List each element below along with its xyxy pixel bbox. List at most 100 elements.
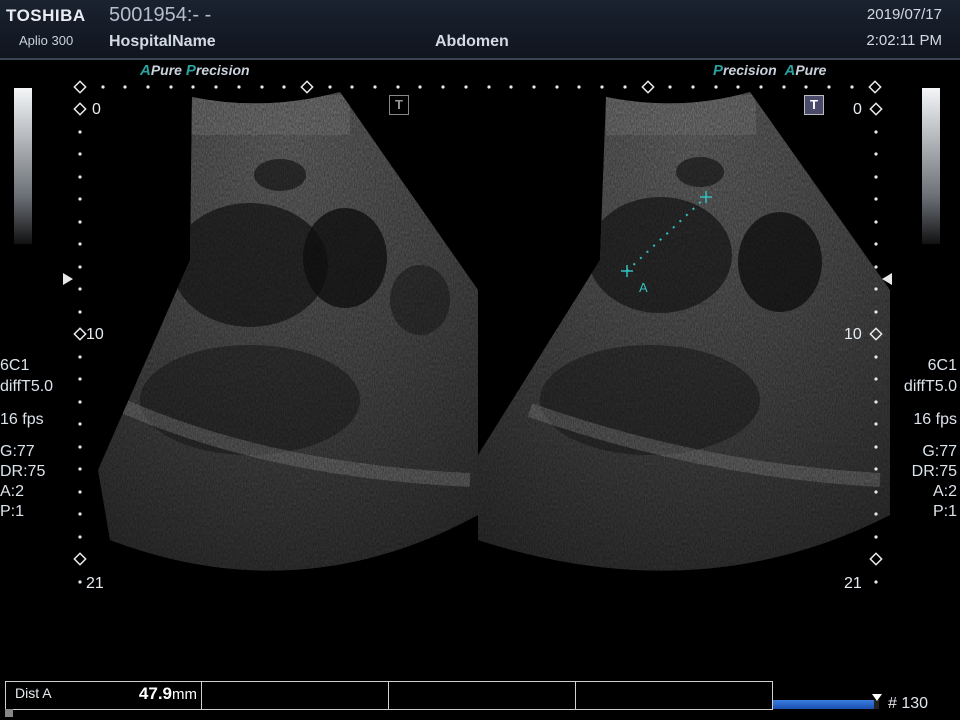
frame-dot bbox=[260, 85, 264, 89]
frame-dot bbox=[191, 85, 195, 89]
frame-dot bbox=[78, 422, 82, 426]
frame-dot bbox=[78, 512, 82, 516]
frame-corner-marker bbox=[73, 327, 87, 341]
caliper-label: A bbox=[639, 280, 648, 295]
measurement-cell-empty bbox=[389, 682, 576, 709]
frame-dot bbox=[78, 265, 82, 269]
frame-corner-marker bbox=[869, 102, 883, 116]
frame-dot bbox=[509, 85, 513, 89]
frame-dot bbox=[714, 85, 718, 89]
frame-dot bbox=[874, 490, 878, 494]
fps-label: 16 fps bbox=[913, 411, 957, 428]
cine-frame-counter: # 130 bbox=[888, 695, 929, 712]
frame-dot bbox=[78, 287, 82, 291]
frame-dot bbox=[396, 85, 400, 89]
frame-dot bbox=[464, 85, 468, 89]
scroll-handle[interactable] bbox=[5, 709, 13, 717]
depth-label-bottom-left: 21 bbox=[86, 575, 104, 592]
imaging-params-right: 6C1 diffT5.0 16 fps G:77 DR:75 A:2 P:1 bbox=[904, 355, 957, 522]
transducer-label: 6C1 bbox=[927, 357, 957, 374]
frame-dot bbox=[78, 445, 82, 449]
frame-dot bbox=[169, 85, 173, 89]
frame-dot bbox=[78, 175, 82, 179]
frame-dot bbox=[759, 85, 763, 89]
frame-dot bbox=[874, 197, 878, 201]
frame-dot bbox=[78, 152, 82, 156]
measurement-value: 47.9mm bbox=[138, 684, 197, 703]
frame-corner-marker bbox=[641, 80, 655, 94]
frame-dot bbox=[874, 152, 878, 156]
depth-label-mid-right: 10 bbox=[844, 326, 862, 343]
frame-dot bbox=[804, 85, 808, 89]
frame-dot bbox=[874, 310, 878, 314]
focus-marker-right-icon[interactable] bbox=[882, 273, 892, 285]
orientation-marker-right-icon[interactable]: T bbox=[804, 95, 824, 115]
frame-dot bbox=[874, 377, 878, 381]
frame-dot bbox=[78, 467, 82, 471]
frame-dot bbox=[827, 85, 831, 89]
frame-dot bbox=[874, 175, 878, 179]
gain-label: G:77 bbox=[922, 443, 957, 460]
frame-dot bbox=[577, 85, 581, 89]
frame-dot bbox=[874, 512, 878, 516]
frame-dot bbox=[874, 535, 878, 539]
frame-dot bbox=[874, 467, 878, 471]
frame-dot bbox=[623, 85, 627, 89]
p-param-label: P:1 bbox=[932, 503, 957, 520]
mode-label: diffT5.0 bbox=[0, 378, 54, 395]
frame-dot bbox=[874, 265, 878, 269]
measurement-cell[interactable]: Dist A 47.9mm bbox=[6, 682, 202, 709]
frame-dot bbox=[874, 242, 878, 246]
frame-dot bbox=[850, 85, 854, 89]
measurement-cell-empty bbox=[202, 682, 389, 709]
ultrasound-image-left bbox=[98, 92, 478, 571]
frame-dot bbox=[78, 197, 82, 201]
frame-dot bbox=[78, 535, 82, 539]
cine-position-marker-icon[interactable] bbox=[872, 694, 882, 701]
frame-dot bbox=[78, 580, 82, 584]
frame-dot bbox=[282, 85, 286, 89]
orientation-marker-left-icon[interactable]: T bbox=[389, 95, 409, 115]
measurement-table: Dist A 47.9mm bbox=[5, 681, 773, 710]
cine-progress-fill bbox=[773, 700, 874, 709]
frame-corner-marker bbox=[73, 102, 87, 116]
mode-label: diffT5.0 bbox=[903, 378, 957, 395]
frame-dot bbox=[78, 220, 82, 224]
frame-dot bbox=[874, 422, 878, 426]
frame-dot bbox=[78, 400, 82, 404]
frame-dot bbox=[78, 242, 82, 246]
frame-corner-marker bbox=[73, 552, 87, 566]
ultrasound-image-right bbox=[478, 92, 890, 571]
frame-dot bbox=[373, 85, 377, 89]
dynamic-range-label: DR:75 bbox=[911, 463, 957, 480]
frame-dot bbox=[874, 445, 878, 449]
cine-progress-bar[interactable] bbox=[773, 700, 879, 709]
depth-label-top-right: 0 bbox=[853, 101, 862, 118]
frame-dot bbox=[78, 310, 82, 314]
frame-corner-marker bbox=[868, 80, 882, 94]
frame-dot bbox=[418, 85, 422, 89]
frame-dot bbox=[214, 85, 218, 89]
frame-dot bbox=[237, 85, 241, 89]
depth-label-mid-left: 10 bbox=[86, 326, 104, 343]
frame-dot bbox=[441, 85, 445, 89]
transducer-label: 6C1 bbox=[0, 357, 30, 374]
frame-dot bbox=[874, 287, 878, 291]
frame-dot bbox=[78, 355, 82, 359]
frame-dot bbox=[874, 400, 878, 404]
p-param-label: P:1 bbox=[0, 503, 25, 520]
frame-dot bbox=[328, 85, 332, 89]
frame-corner-marker bbox=[869, 552, 883, 566]
frame-dot bbox=[78, 130, 82, 134]
frame-dot bbox=[874, 220, 878, 224]
frame-dot bbox=[736, 85, 740, 89]
frame-dot bbox=[123, 85, 127, 89]
frame-corner-marker bbox=[73, 80, 87, 94]
frame-dot bbox=[691, 85, 695, 89]
focus-marker-left-icon[interactable] bbox=[63, 273, 73, 285]
frame-dot bbox=[78, 377, 82, 381]
frame-dot bbox=[487, 85, 491, 89]
dynamic-range-label: DR:75 bbox=[0, 463, 46, 480]
frame-corner-marker bbox=[300, 80, 314, 94]
frame-dot bbox=[555, 85, 559, 89]
